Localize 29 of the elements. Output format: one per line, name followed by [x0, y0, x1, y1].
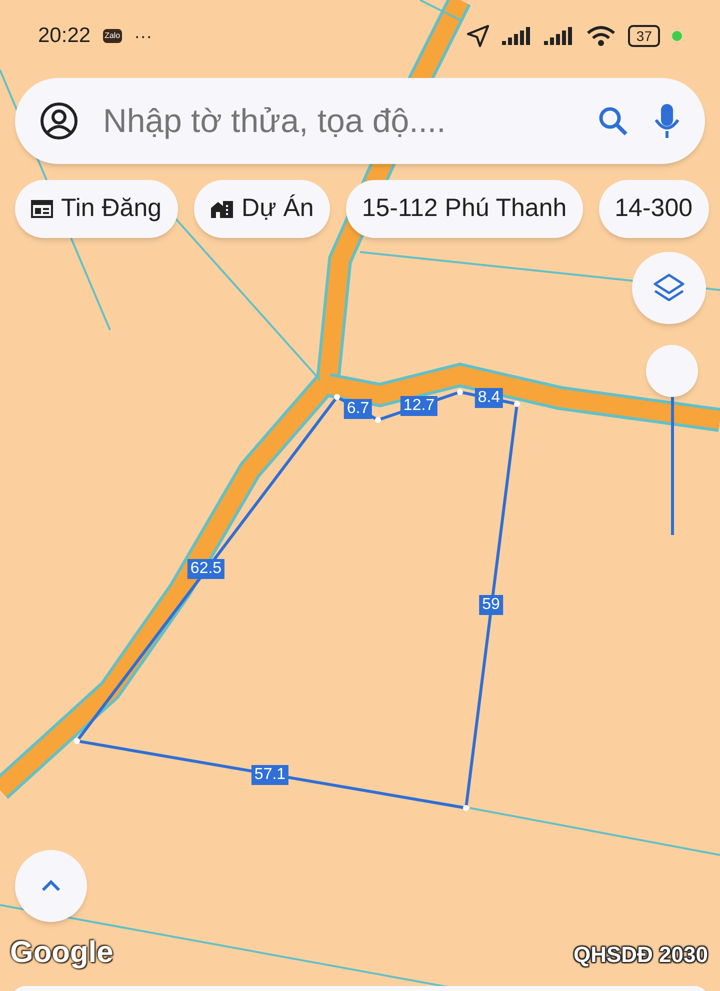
filter-chip[interactable]: 15-112 Phú Thanh [346, 180, 583, 238]
chevron-up-icon [41, 880, 61, 892]
edge-length-label: 6.7 [344, 399, 372, 419]
search-bar[interactable]: Nhập tờ thửa, tọa độ.... [15, 78, 705, 164]
signal-icon [502, 27, 532, 45]
layers-icon [653, 273, 685, 303]
more-notifications: ··· [134, 27, 152, 45]
account-icon[interactable] [39, 101, 79, 141]
edge-length-label: 12.7 [400, 396, 438, 416]
wifi-icon [586, 25, 616, 47]
filter-chip[interactable]: Dự Án [194, 180, 330, 238]
edge-length-label: 62.5 [187, 559, 225, 579]
edge-length-label: 8.4 [474, 388, 504, 408]
battery-indicator: 37 [628, 25, 660, 47]
microphone-icon[interactable] [653, 102, 681, 140]
location-arrow-icon [466, 24, 490, 48]
building-icon [210, 199, 234, 219]
zoom-slider[interactable] [646, 345, 698, 535]
search-input[interactable]: Nhập tờ thửa, tọa độ.... [103, 96, 573, 146]
newspaper-icon [31, 199, 53, 219]
status-time: 20:22 [38, 23, 91, 50]
google-attribution: Google [10, 938, 114, 968]
filter-chip[interactable]: Tin Đăng [15, 180, 178, 238]
map-layer-label: QHSDĐ 2030 [573, 944, 708, 966]
app-notification-icon: Zalo [102, 29, 122, 43]
signal-icon [544, 27, 574, 45]
edge-length-label: 57.1 [251, 765, 289, 785]
search-icon[interactable] [597, 105, 629, 137]
edge-length-label: 59 [479, 595, 503, 615]
